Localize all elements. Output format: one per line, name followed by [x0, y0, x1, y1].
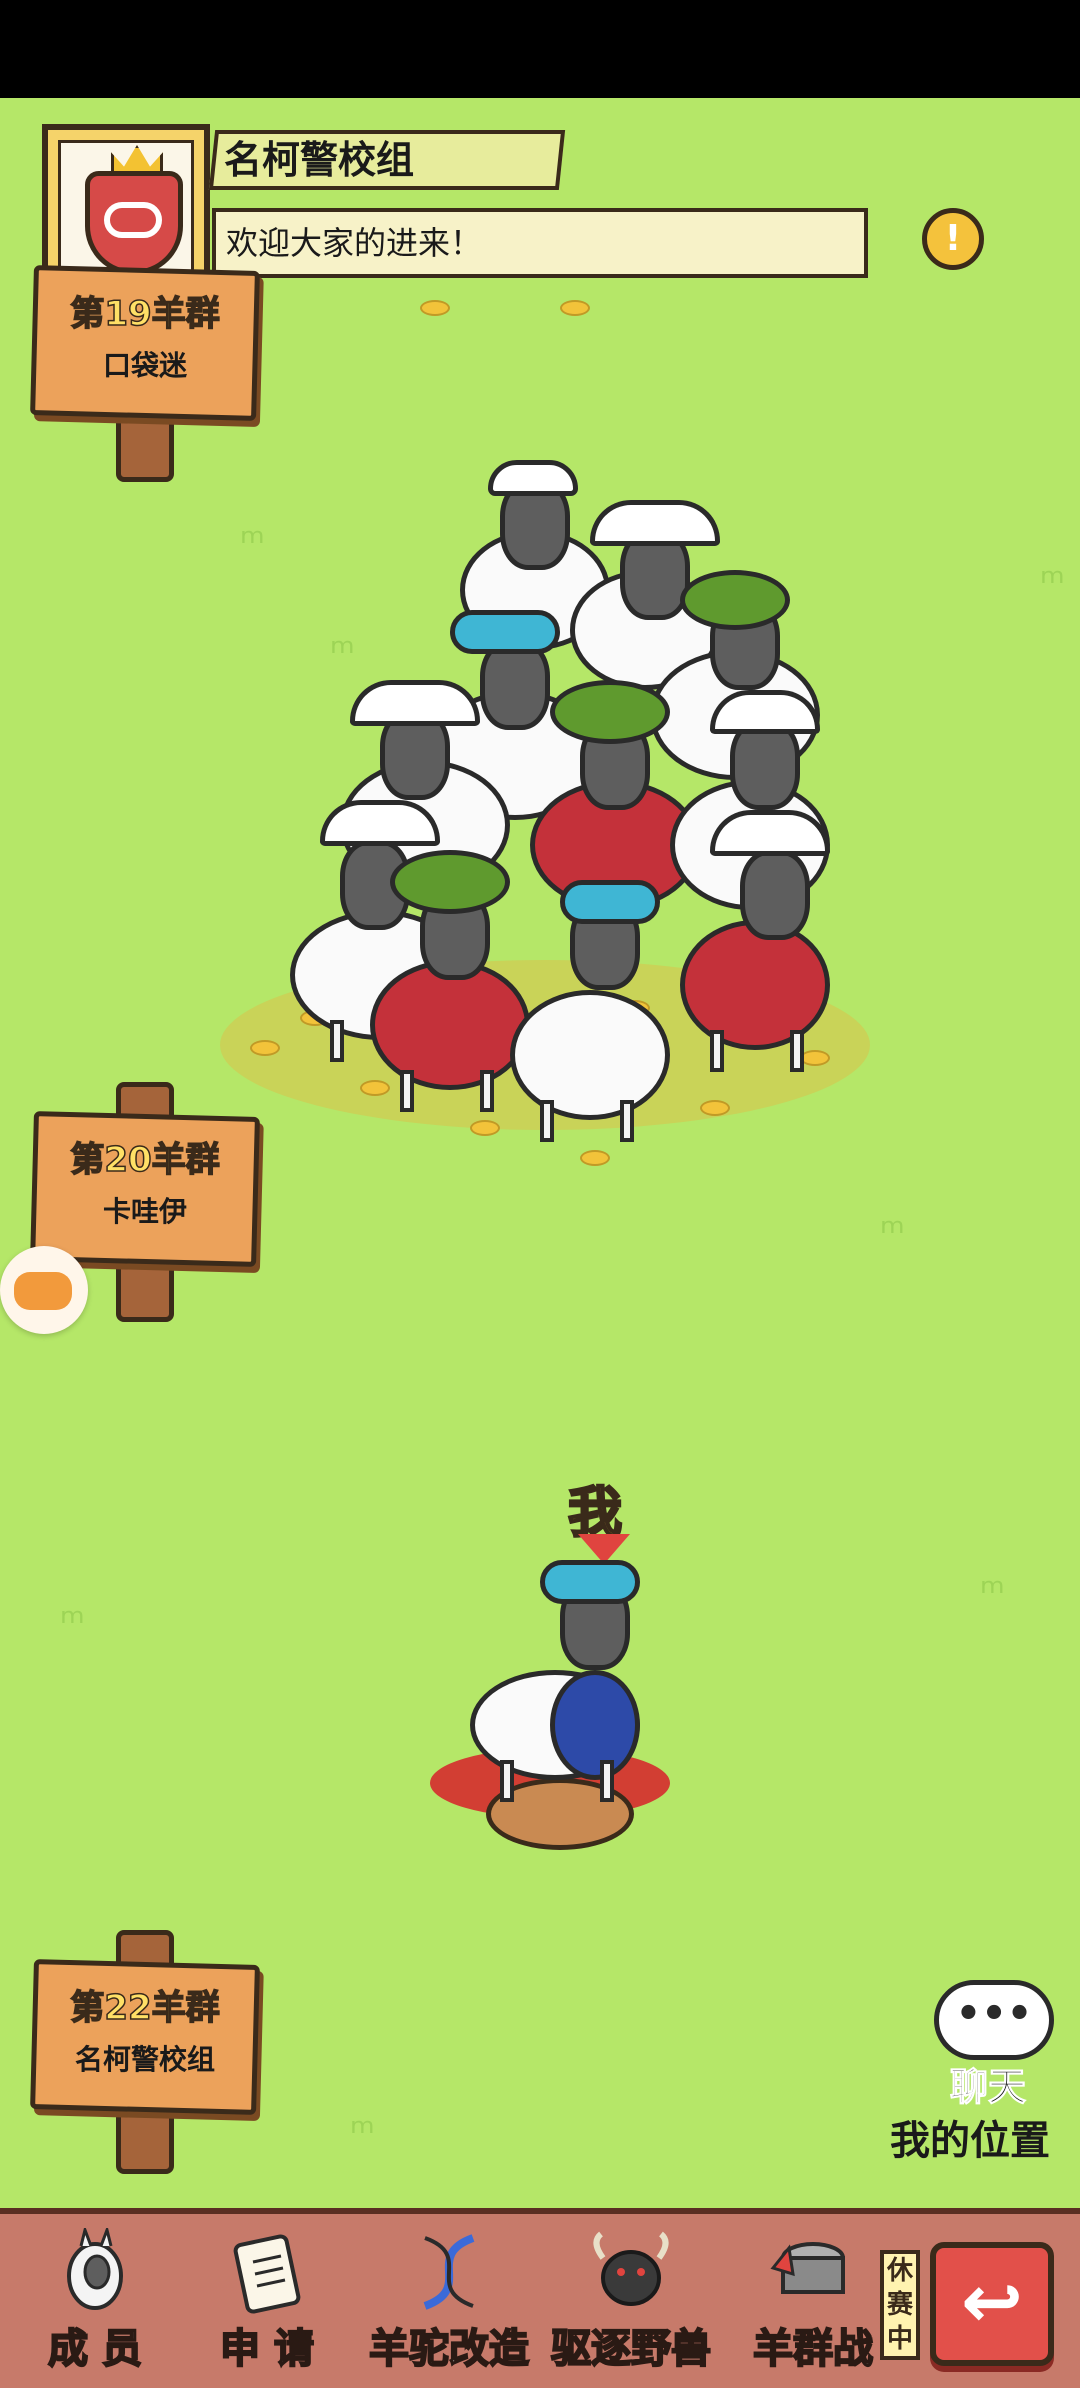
coin — [420, 300, 450, 316]
coin — [700, 1100, 730, 1116]
nav-label: 羊驼改造 — [368, 2325, 530, 2373]
alert-icon[interactable]: ! — [922, 208, 984, 270]
grass-tuft: ᵐ — [880, 1210, 905, 1256]
battle-status-badge: 休赛中 — [880, 2250, 920, 2360]
group-name: 名柯警校组 — [224, 138, 415, 182]
my-sheep[interactable] — [470, 1560, 650, 1802]
coin — [250, 1040, 280, 1056]
herd-sheep[interactable] — [510, 880, 680, 1142]
grass-tuft: ᵐ — [330, 630, 355, 676]
nav-apply[interactable]: 申 请 — [172, 2220, 362, 2380]
sign-name: 口袋迷 — [102, 349, 187, 382]
emblem-frame — [58, 140, 194, 276]
nav-label: 申 请 — [219, 2325, 315, 2373]
bull-icon — [593, 2231, 669, 2306]
grass-tuft: ᵐ — [60, 1600, 85, 1646]
herd-sheep[interactable] — [680, 810, 840, 1072]
sign-name: 名柯警校组 — [74, 2043, 215, 2076]
shield-icon — [85, 171, 183, 275]
nav-llama-modify[interactable]: 羊驼改造 — [354, 2220, 544, 2380]
my-position-button[interactable]: 我的位置 — [890, 2108, 1050, 2166]
sign-group-19[interactable]: 第19羊群 口袋迷 — [30, 265, 262, 488]
sign-rank: 第22羊群 — [70, 1987, 221, 2029]
grass-tuft: ᵐ — [980, 1570, 1005, 1616]
chat-button[interactable]: 聊天 — [949, 2056, 1026, 2111]
sign-name: 卡哇伊 — [102, 1195, 187, 1228]
coin — [580, 1150, 610, 1166]
gamepad-shape — [14, 1272, 72, 1310]
nav-members[interactable]: 成 员 — [0, 2220, 190, 2380]
sign-rank: 第20羊群 — [70, 1139, 221, 1181]
sign-rank: 第19羊群 — [70, 293, 221, 335]
coin — [560, 300, 590, 316]
nav-label: 驱逐野兽 — [550, 2325, 712, 2373]
nav-expel-beasts[interactable]: 驱逐野兽 — [536, 2220, 726, 2380]
sign-group-22[interactable]: 第22羊群 名柯警校组 — [30, 1930, 262, 2184]
clipboard-icon — [233, 2234, 301, 2314]
chat-bubble-icon[interactable]: ••• — [934, 1980, 1054, 2060]
back-button[interactable]: ↩ — [930, 2242, 1054, 2366]
sign-post — [116, 408, 174, 482]
drum-icon — [770, 2242, 845, 2294]
grass-tuft: ᵐ — [1040, 560, 1065, 606]
dna-icon — [423, 2234, 475, 2310]
emblem-mark — [104, 202, 162, 238]
welcome-message: 欢迎大家的进来！ — [226, 224, 483, 262]
gamepad-icon[interactable] — [0, 1246, 88, 1334]
llama-icon — [67, 2228, 123, 2310]
status-bar — [0, 0, 1080, 98]
nav-label: 成 员 — [47, 2325, 143, 2373]
coin — [470, 1120, 500, 1136]
grass-tuft: ᵐ — [350, 2110, 375, 2156]
grass-tuft: ᵐ — [240, 520, 265, 566]
